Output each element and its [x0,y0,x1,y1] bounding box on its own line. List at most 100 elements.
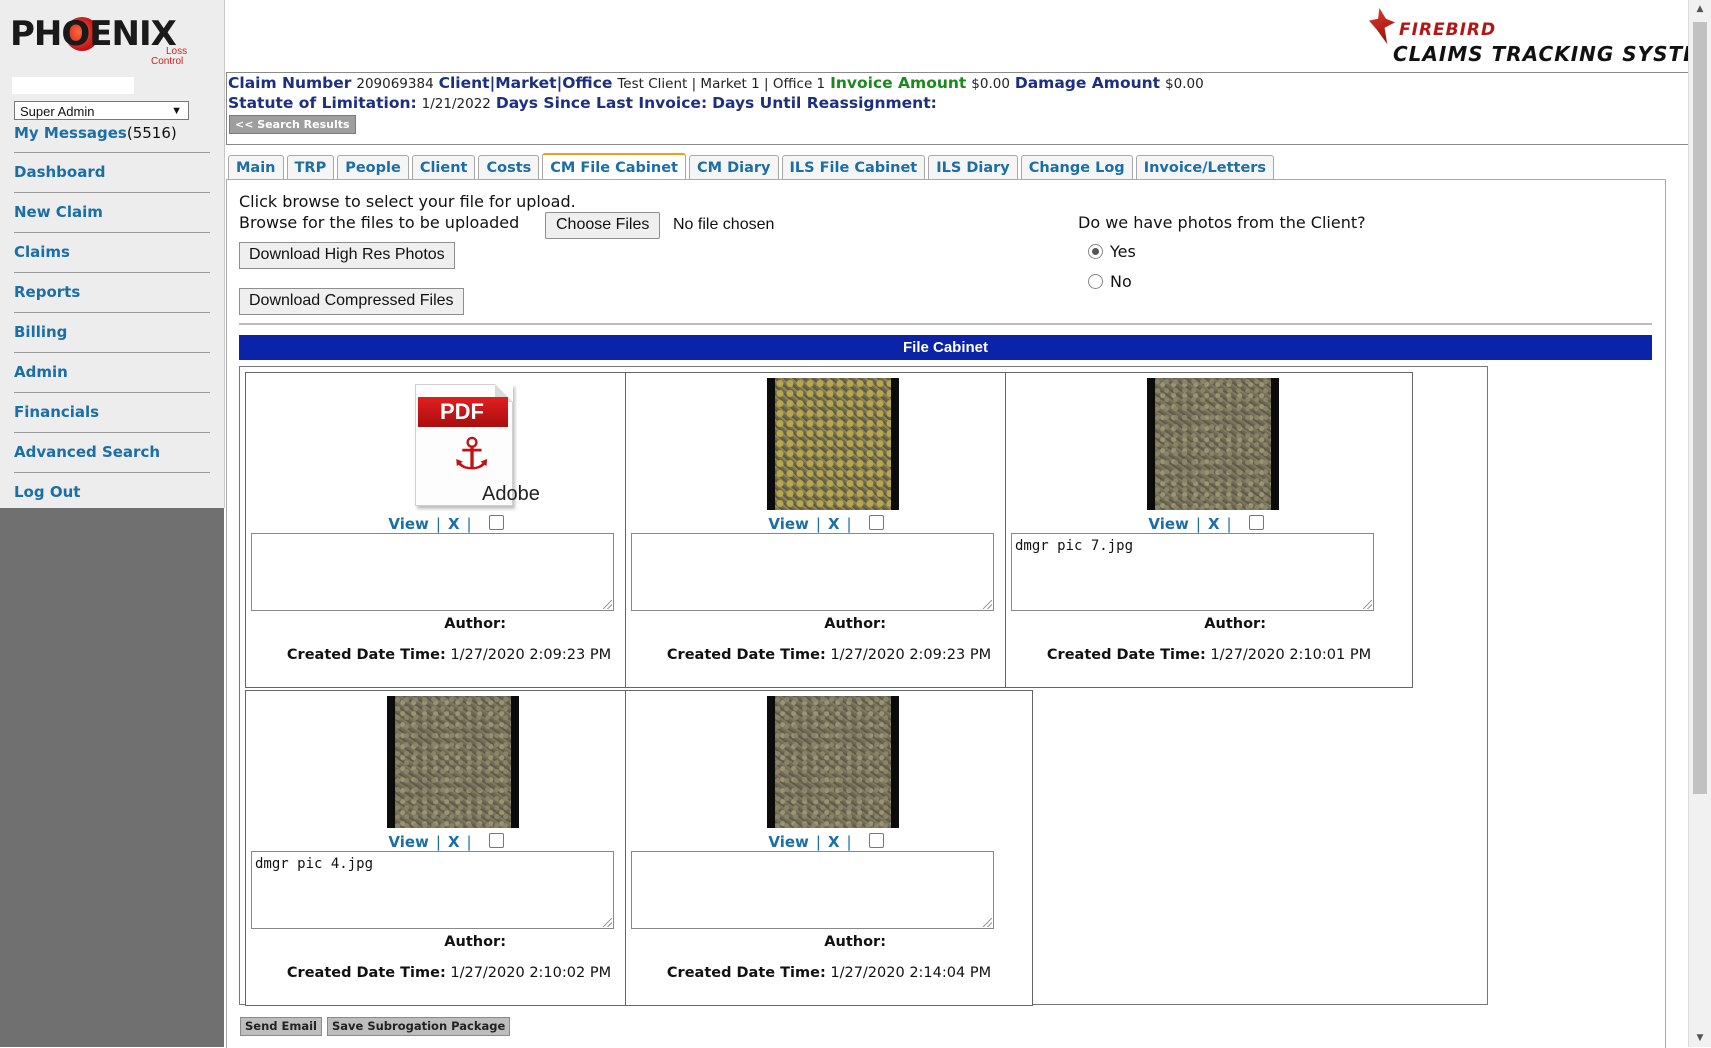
client-market-office-value: Test Client | Market 1 | Office 1 [617,76,826,92]
sidebar-item-log-out[interactable]: Log Out [14,472,210,512]
radio-yes-option[interactable]: Yes [1088,242,1136,261]
file-actions: View | X | [246,833,652,851]
delete-link[interactable]: X [448,515,460,533]
scroll-up-icon[interactable]: ▲ [1689,0,1711,18]
role-select[interactable]: Super Admin ▼ [14,101,189,120]
browse-label: Browse for the files to be uploaded [239,213,520,232]
statute-label: Statute of Limitation: [228,94,417,112]
send-email-button[interactable]: Send Email [240,1017,322,1036]
sidebar-item-admin[interactable]: Admin [14,352,210,392]
author-label: Author: [444,934,506,950]
comment-textarea[interactable]: dmgr pic 4.jpg [251,851,614,929]
role-select-value: Super Admin [20,104,95,119]
pdf-badge: PDF [418,397,508,427]
select-checkbox[interactable] [1248,515,1264,530]
photo-thumbnail[interactable] [767,378,899,510]
resize-handle-icon[interactable] [603,600,612,609]
adobe-swirl-icon: ⚓ [452,429,492,480]
view-link[interactable]: View [768,515,809,533]
resize-handle-icon[interactable] [603,918,612,927]
file-cabinet-panel: Click browse to select your file for upl… [226,179,1666,1048]
tab-ils-file-cabinet[interactable]: ILS File Cabinet [781,155,926,179]
radio-yes[interactable] [1088,244,1103,259]
radio-no-label: No [1110,272,1132,291]
tab-cm-file-cabinet[interactable]: CM File Cabinet [542,153,686,180]
delete-link[interactable]: X [828,515,840,533]
photo-thumbnail[interactable] [387,696,519,828]
sidebar-item-new-claim[interactable]: New Claim [14,192,210,232]
delete-link[interactable]: X [828,833,840,851]
sidebar-item-financials[interactable]: Financials [14,392,210,432]
resize-handle-icon[interactable] [983,600,992,609]
user-name-box [12,77,134,94]
tab-costs[interactable]: Costs [478,155,540,179]
tab-invoice-letters[interactable]: Invoice/Letters [1135,155,1275,179]
statute-value: 1/21/2022 [421,96,491,112]
comment-textarea[interactable]: dmgr pic 7.jpg [1011,533,1374,611]
invoice-amount-label: Invoice Amount [830,74,967,92]
sidebar-item-dashboard[interactable]: Dashboard [14,152,210,192]
download-high-res-button[interactable]: Download High Res Photos [239,242,455,269]
photo-thumbnail[interactable] [1147,378,1279,510]
select-checkbox[interactable] [868,515,884,530]
created-date: Created Date Time: 1/27/2020 2:14:04 PM [666,965,992,981]
tab-ils-diary[interactable]: ILS Diary [928,155,1018,179]
save-subrogation-button[interactable]: Save Subrogation Package [327,1017,511,1036]
days-until-reassignment-label: Days Until Reassignment: [712,94,937,112]
view-link[interactable]: View [768,833,809,851]
tab-trp[interactable]: TRP [286,155,335,179]
damage-amount-value: $0.00 [1165,76,1204,92]
created-date: Created Date Time: 1/27/2020 2:10:02 PM [286,965,612,981]
comment-textarea[interactable] [631,851,994,929]
created-date: Created Date Time: 1/27/2020 2:09:23 PM [666,647,992,663]
view-link[interactable]: View [1148,515,1189,533]
my-messages-count: (5516) [126,124,177,142]
tab-people[interactable]: People [337,155,409,179]
delete-link[interactable]: X [448,833,460,851]
tab-change-log[interactable]: Change Log [1020,155,1133,179]
file-actions: View | X | [246,515,652,533]
select-checkbox[interactable] [868,833,884,848]
sidebar-item-advanced-search[interactable]: Advanced Search [14,432,210,472]
radio-yes-label: Yes [1110,242,1136,261]
resize-handle-icon[interactable] [1363,600,1372,609]
photos-question: Do we have photos from the Client? [1078,213,1366,232]
tab-main[interactable]: Main [228,155,284,179]
choose-files-button[interactable]: Choose Files [545,212,661,239]
delete-link[interactable]: X [1208,515,1220,533]
my-messages[interactable]: My Messages(5516) [14,124,177,142]
file-card: View | X | dmgr pic 4.jpg Author: Created D… [245,690,653,1006]
phoenix-logo: PHOENIX Loss Control [8,10,198,67]
select-checkbox[interactable] [488,515,504,530]
my-messages-link[interactable]: My Messages [14,124,127,142]
sidebar-item-claims[interactable]: Claims [14,232,210,272]
tab-client[interactable]: Client [411,155,476,179]
pdf-brand-text: Adobe [482,483,540,505]
select-checkbox[interactable] [488,833,504,848]
tab-cm-diary[interactable]: CM Diary [689,155,779,179]
comment-textarea[interactable] [631,533,994,611]
file-card: View | X | dmgr pic 7.jpg Author: Created D… [1005,372,1413,688]
sidebar-filler [0,508,224,1047]
sidebar-item-reports[interactable]: Reports [14,272,210,312]
scrollbar-thumb[interactable] [1693,22,1707,794]
view-link[interactable]: View [388,833,429,851]
photo-thumbnail[interactable] [767,696,899,828]
pdf-file-icon[interactable]: PDF ⚓ Adobe [387,378,540,510]
radio-no[interactable] [1088,274,1103,289]
logo-sub-control: Control [151,56,184,67]
scroll-down-icon[interactable]: ▼ [1689,1029,1711,1047]
sidebar-item-billing[interactable]: Billing [14,312,210,352]
radio-no-option[interactable]: No [1088,272,1132,291]
comment-textarea[interactable] [251,533,614,611]
page-scrollbar[interactable]: ▲ ▼ [1688,0,1711,1047]
resize-handle-icon[interactable] [983,918,992,927]
author-label: Author: [444,616,506,632]
firebird-title: FIREBIRD [1399,20,1497,40]
download-compressed-button[interactable]: Download Compressed Files [239,288,464,315]
view-link[interactable]: View [388,515,429,533]
section-divider [239,323,1652,325]
search-results-button[interactable]: << Search Results [229,115,356,134]
claim-summary-line: Claim Number 209069384 Client|Market|Off… [228,74,1204,92]
client-market-office-label: Client|Market|Office [438,74,613,92]
